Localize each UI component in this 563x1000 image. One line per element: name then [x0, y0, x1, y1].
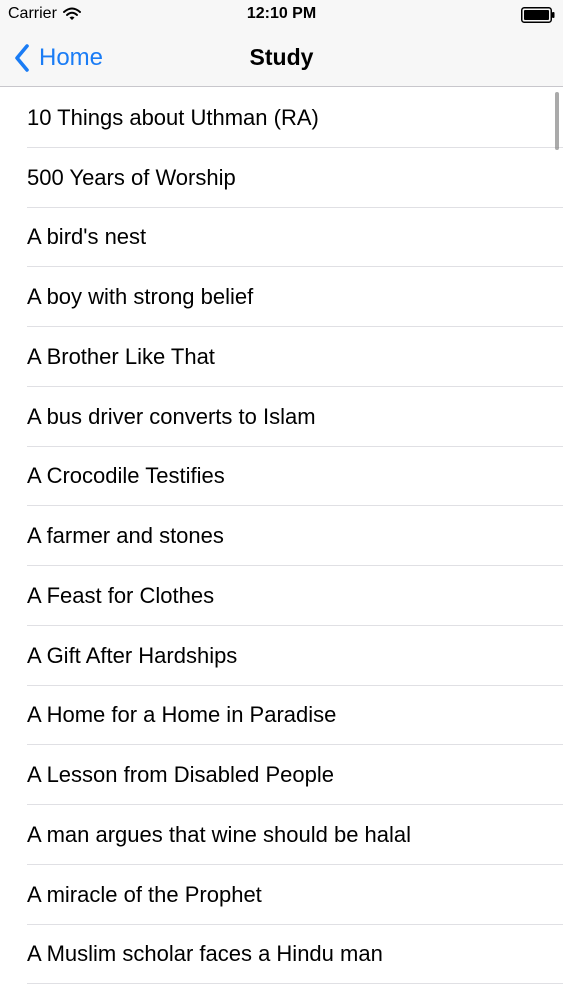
list-item-label: A bird's nest — [27, 224, 147, 250]
list-item[interactable]: A boy with strong belief — [0, 267, 563, 327]
list-item-label: A Lesson from Disabled People — [27, 762, 334, 788]
list-item[interactable]: A man argues that wine should be halal — [0, 805, 563, 865]
list-item[interactable]: A Crocodile Testifies — [0, 447, 563, 507]
list-item[interactable]: A farmer and stones — [0, 506, 563, 566]
battery-icon — [521, 7, 555, 23]
list-item-label: A bus driver converts to Islam — [27, 403, 316, 429]
list-item-label: A Brother Like That — [27, 343, 215, 369]
list-item[interactable]: A miracle of the Prophet — [0, 865, 563, 925]
list-item-label: A boy with strong belief — [27, 284, 254, 310]
list-item-label: A Home for a Home in Paradise — [27, 702, 337, 728]
list-item[interactable]: A bus driver converts to Islam — [0, 387, 563, 447]
list-item-label: A Feast for Clothes — [27, 582, 215, 608]
list-item-label: A man argues that wine should be halal — [27, 821, 412, 847]
list-item[interactable]: A bird's nest — [0, 208, 563, 268]
list-item-label: A Muslim scholar faces a Hindu man — [27, 941, 383, 967]
navigation-bar: Home Study — [0, 30, 563, 87]
list-item[interactable]: 10 Things about Uthman (RA) — [0, 88, 563, 148]
scrollbar[interactable] — [555, 92, 559, 150]
list-item[interactable]: A Brother Like That — [0, 327, 563, 387]
list-item-label: A miracle of the Prophet — [27, 881, 262, 907]
list-item[interactable]: A Home for a Home in Paradise — [0, 686, 563, 746]
screen: Carrier 12:10 PM Home Study 10 Things ab… — [0, 0, 563, 1000]
list-item-label: 10 Things about Uthman (RA) — [27, 104, 319, 130]
list-item[interactable]: A Gift After Hardships — [0, 626, 563, 686]
list-item-label: A farmer and stones — [27, 523, 224, 549]
list-item[interactable]: A Lesson from Disabled People — [0, 745, 563, 805]
study-list[interactable]: 10 Things about Uthman (RA) 500 Years of… — [0, 88, 563, 1000]
list-item-label: A Gift After Hardships — [27, 642, 238, 668]
list-item[interactable]: 500 Years of Worship — [0, 148, 563, 208]
list-item[interactable]: A Muslim scholar faces a Hindu man — [0, 925, 563, 985]
clock: 12:10 PM — [246, 5, 317, 22]
list-item-label: A Crocodile Testifies — [27, 463, 225, 489]
list-item[interactable]: A Feast for Clothes — [0, 566, 563, 626]
page-title: Study — [249, 44, 314, 70]
top-bar: Carrier 12:10 PM Home Study — [0, 0, 563, 87]
list-item-label: 500 Years of Worship — [27, 164, 236, 190]
status-bar: Carrier 12:10 PM — [0, 0, 563, 30]
